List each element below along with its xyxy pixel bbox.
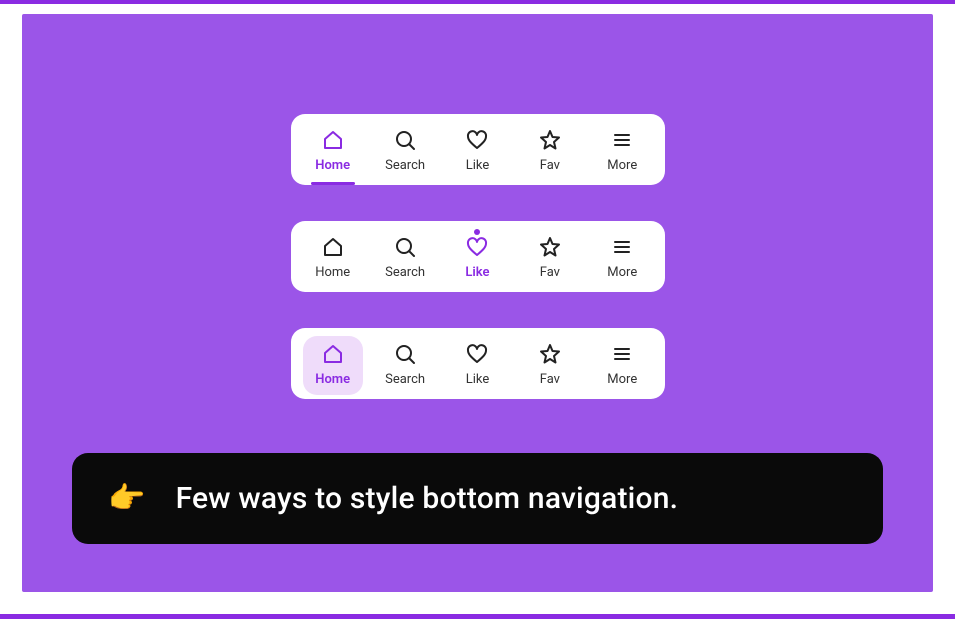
heart-icon	[465, 342, 489, 366]
nav-label: Like	[465, 265, 489, 280]
star-icon	[538, 128, 562, 152]
home-icon	[321, 128, 345, 152]
nav-item-fav[interactable]: Fav	[520, 342, 580, 387]
home-icon	[321, 235, 345, 259]
more-icon	[610, 128, 634, 152]
nav-label: Like	[466, 158, 490, 173]
nav-label: Search	[385, 372, 425, 387]
nav-label: Fav	[540, 158, 560, 173]
nav-item-home[interactable]: Home	[303, 235, 363, 280]
nav-label: Fav	[540, 265, 560, 280]
nav-label: Like	[466, 372, 490, 387]
search-icon	[393, 342, 417, 366]
search-icon	[393, 235, 417, 259]
nav-item-like[interactable]: Like	[447, 342, 507, 387]
nav-item-search[interactable]: Search	[375, 128, 435, 173]
bottom-border-stripe	[0, 614, 955, 619]
star-icon	[538, 235, 562, 259]
pointing-finger-icon: 👉	[108, 481, 146, 516]
nav-label: More	[607, 265, 637, 280]
bottom-nav-underline: Home Search Like Fav More	[291, 114, 665, 185]
more-icon	[610, 235, 634, 259]
nav-item-like[interactable]: Like	[447, 128, 507, 173]
nav-item-search[interactable]: Search	[375, 235, 435, 280]
caption-box: 👉 Few ways to style bottom navigation.	[72, 453, 883, 544]
nav-label: Search	[385, 158, 425, 173]
nav-item-search[interactable]: Search	[375, 342, 435, 387]
more-icon	[610, 342, 634, 366]
nav-label: Home	[315, 265, 350, 280]
nav-item-fav[interactable]: Fav	[520, 128, 580, 173]
home-icon	[321, 342, 345, 366]
nav-item-more[interactable]: More	[592, 128, 652, 173]
nav-label: Home	[315, 158, 350, 173]
bottom-nav-pill: Home Search Like Fav More	[291, 328, 665, 399]
star-icon	[538, 342, 562, 366]
nav-item-home[interactable]: Home	[303, 128, 363, 173]
caption-text: Few ways to style bottom navigation.	[176, 481, 679, 516]
demo-stage: Home Search Like Fav More Hom	[22, 14, 933, 592]
nav-item-fav[interactable]: Fav	[520, 235, 580, 280]
search-icon	[393, 128, 417, 152]
heart-icon	[465, 128, 489, 152]
nav-item-more[interactable]: More	[592, 342, 652, 387]
nav-label: Search	[385, 265, 425, 280]
nav-label: More	[607, 158, 637, 173]
heart-icon	[465, 235, 489, 259]
nav-label: More	[607, 372, 637, 387]
nav-item-more[interactable]: More	[592, 235, 652, 280]
top-border-stripe	[0, 0, 955, 4]
nav-item-home[interactable]: Home	[303, 336, 363, 395]
bottom-nav-notch: Home Search Like Fav More	[291, 221, 665, 292]
nav-label: Fav	[540, 372, 560, 387]
nav-label: Home	[315, 372, 350, 387]
active-notch-dot	[474, 229, 480, 235]
nav-item-like[interactable]: Like	[447, 235, 507, 280]
